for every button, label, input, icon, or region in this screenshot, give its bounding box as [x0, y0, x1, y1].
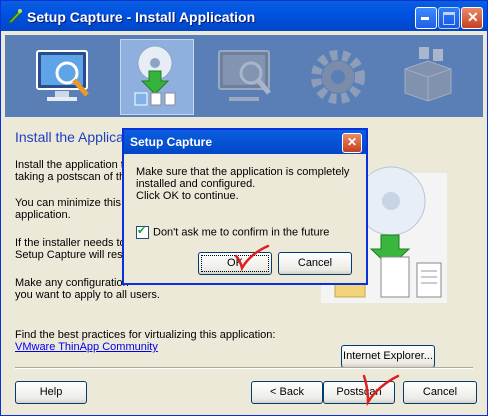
instruction-install: Install the application th taking a post… — [15, 159, 130, 183]
red-checkmark-annotation — [234, 244, 270, 272]
close-icon: ✕ — [347, 135, 358, 149]
cancel-button[interactable]: Cancel — [403, 381, 477, 404]
best-practices-text: Find the best practices for virtualizing… — [15, 329, 276, 341]
monitor-search-icon[interactable] — [31, 41, 101, 111]
instruction-restart: If the installer needs to Setup Capture … — [15, 237, 132, 261]
minimize-button[interactable] — [415, 7, 437, 29]
dialog-cancel-button[interactable]: Cancel — [278, 252, 352, 275]
instruction-minimize: You can minimize this w application. — [15, 197, 132, 221]
cd-install-icon[interactable] — [121, 41, 191, 111]
back-button[interactable]: < Back — [251, 381, 323, 404]
dont-ask-label: Don't ask me to confirm in the future — [153, 226, 330, 239]
minimize-icon — [421, 17, 429, 20]
internet-explorer-button[interactable]: Internet Explorer... — [341, 345, 435, 368]
maximize-icon — [443, 12, 455, 25]
gear-icon[interactable] — [303, 41, 373, 111]
app-icon — [8, 9, 22, 24]
dialog-close-button[interactable]: ✕ — [342, 133, 362, 153]
close-button[interactable]: ✕ — [461, 7, 483, 29]
dont-ask-checkbox[interactable] — [136, 224, 149, 239]
dialog-message: Make sure that the application is comple… — [136, 166, 350, 202]
dont-ask-checkbox-row[interactable]: Don't ask me to confirm in the future — [136, 224, 330, 239]
footer-separator — [15, 367, 473, 369]
package-icon[interactable] — [393, 41, 463, 111]
dialog-title: Setup Capture — [130, 135, 213, 149]
close-icon: ✕ — [467, 9, 479, 25]
window-title: Setup Capture - Install Application — [27, 9, 256, 25]
wizard-steps-banner — [5, 35, 483, 117]
thinapp-community-link[interactable]: VMware ThinApp Community — [15, 341, 158, 353]
page-heading: Install the Applica — [15, 129, 124, 145]
maximize-button[interactable] — [438, 7, 460, 29]
dialog-title-bar[interactable]: Setup Capture ✕ — [124, 130, 366, 154]
title-bar[interactable]: Setup Capture - Install Application ✕ — [1, 1, 487, 31]
red-checkmark-annotation — [362, 374, 400, 406]
help-button[interactable]: Help — [15, 381, 87, 404]
monitor-search-gray-icon[interactable] — [213, 41, 283, 111]
